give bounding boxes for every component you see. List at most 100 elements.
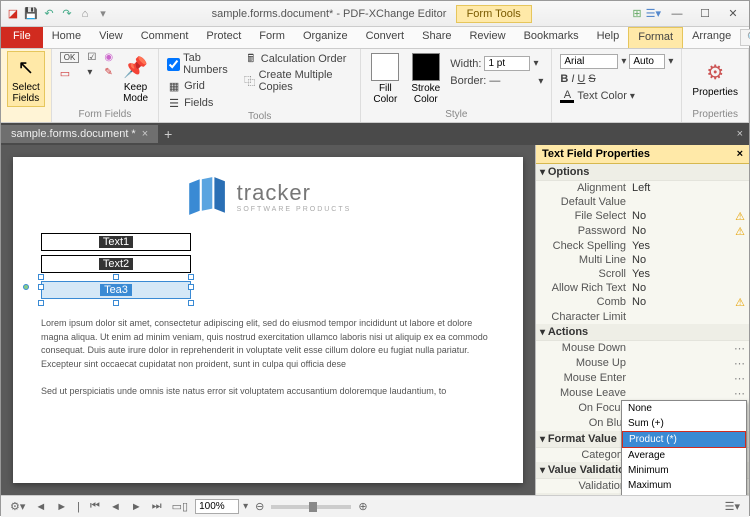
logo: trackerSOFTWARE PRODUCTS [41,175,495,217]
calc-order-button[interactable]: 🖩Calculation Order [242,51,355,67]
menu-home[interactable]: Home [43,27,90,48]
document-area[interactable]: trackerSOFTWARE PRODUCTS Text1 Text2 Tea… [1,145,535,495]
width-input[interactable] [484,56,530,71]
menu-format[interactable]: Format [628,27,683,48]
cursor-icon: ↖ [18,55,35,80]
ribbon: ↖Select Fields OK ▭ ☑ ▾ ◉ ✎ 📌Keep Mode F… [1,49,749,123]
close-tab-icon[interactable]: × [142,128,148,140]
dropdown-option[interactable]: Average [622,448,746,463]
menu-arrange[interactable]: Arrange [683,27,740,48]
signature-tool[interactable]: ✎ [102,66,115,79]
nav-next-icon[interactable]: ► [53,501,70,513]
menu-view[interactable]: View [90,27,132,48]
tab-numbers-toggle[interactable]: Tab Numbers [165,51,238,77]
button-tool[interactable]: ▭ [58,66,82,81]
border-select[interactable]: — [489,75,535,87]
font-size-select[interactable] [629,54,665,69]
fill-color-button[interactable]: Fill Color [367,51,403,107]
pin-icon: 📌 [123,55,148,80]
action-row[interactable]: Mouse Enter⋯ [536,371,749,386]
find-button[interactable]: 🔍Find... [740,29,750,46]
select-fields-button[interactable]: ↖Select Fields [7,51,45,107]
menu-convert[interactable]: Convert [357,27,414,48]
dropdown-option[interactable]: Simplified Notation [622,493,746,495]
prop-row[interactable]: Allow Rich TextNo [536,281,749,295]
print-icon[interactable]: ⌂ [77,6,93,22]
fields-button[interactable]: ☰Fields [165,95,238,111]
menu-form[interactable]: Form [250,27,294,48]
add-tab-button[interactable]: + [158,126,178,142]
prop-row[interactable]: PasswordNo⚠ [536,224,749,239]
dropdown-option[interactable]: None [622,401,746,416]
dropdown-option[interactable]: Maximum [622,478,746,493]
status-bar: ⚙▾ ◄ ► | ⏮ ◄ ► ⏭ ▭▯ ▾ ⊖ ⊕ ☰▾ [1,495,749,517]
menu-comment[interactable]: Comment [132,27,198,48]
prop-row[interactable]: CombNo⚠ [536,295,749,310]
text-color-button[interactable]: AText Color ▾ [558,88,675,104]
menu-organize[interactable]: Organize [294,27,357,48]
menu-review[interactable]: Review [460,27,514,48]
section-actions[interactable]: ▾ Actions [536,324,749,341]
page-first-icon[interactable]: ⏮ [87,500,103,513]
minimize-button[interactable]: — [665,5,689,23]
group-style: Style [367,109,545,120]
layout-icon[interactable]: ☰▾ [722,500,743,513]
fill-color-swatch [371,53,399,81]
checkbox-tool[interactable]: ☑ [85,51,98,64]
form-field-3-selected[interactable]: Tea3 [41,281,191,299]
action-row[interactable]: Mouse Leave⋯ [536,386,749,401]
zoom-in-icon[interactable]: ⊕ [355,500,370,513]
text-color-icon: A [560,89,574,103]
zoom-input[interactable] [195,499,239,514]
text-field-tool[interactable]: OK [58,51,82,64]
nav-prev-icon[interactable]: ◄ [32,501,49,513]
file-menu[interactable]: File [1,27,43,48]
prop-row[interactable]: AlignmentLeft [536,181,749,195]
ui-options-icon[interactable]: ☰▾ [646,7,661,20]
section-options[interactable]: ▾ Options [536,164,749,181]
form-tools-context-tab: Form Tools [456,5,532,23]
undo-icon[interactable]: ↶ [41,6,57,22]
prop-row[interactable]: ScrollYes [536,267,749,281]
stroke-color-button[interactable]: Stroke Color [407,51,444,107]
multi-copies-button[interactable]: ⿻Create Multiple Copies [242,68,355,94]
page-prev-icon[interactable]: ◄ [107,501,124,513]
page-next-icon[interactable]: ► [128,501,145,513]
tracker-logo-icon [185,175,227,217]
keep-mode-button[interactable]: 📌Keep Mode [119,51,152,107]
save-icon[interactable]: 💾 [23,6,39,22]
prop-row[interactable]: File SelectNo⚠ [536,209,749,224]
menu-share[interactable]: Share [413,27,460,48]
grid-toggle[interactable]: ▦Grid [165,78,238,94]
prop-row[interactable]: Default Value [536,195,749,209]
redo-icon[interactable]: ↷ [59,6,75,22]
zoom-out-icon[interactable]: ⊖ [252,500,267,513]
radio-tool[interactable]: ◉ [102,51,115,64]
properties-button[interactable]: ⚙Properties [688,51,742,107]
prop-row[interactable]: Multi LineNo [536,253,749,267]
window-title: sample.forms.document* - PDF-XChange Edi… [111,8,632,20]
dropdown-option[interactable]: Sum (+) [622,416,746,431]
document-tab[interactable]: sample.forms.document *× [1,125,158,143]
app-launch-icon[interactable]: ⊞ [632,7,641,20]
maximize-button[interactable]: ☐ [693,5,717,23]
menu-help[interactable]: Help [588,27,629,48]
prop-row[interactable]: Character Limit [536,310,749,324]
font-select[interactable] [560,54,618,69]
action-row[interactable]: Mouse Up⋯ [536,356,749,371]
menu-protect[interactable]: Protect [197,27,250,48]
dropdown-option[interactable]: Minimum [622,463,746,478]
tab-close-panel[interactable]: × [731,128,749,140]
menu-bookmarks[interactable]: Bookmarks [515,27,588,48]
page-last-icon[interactable]: ⏭ [149,500,165,513]
dropdown-option[interactable]: Product (*) [622,431,746,448]
form-field-2[interactable]: Text2 [41,255,191,273]
close-button[interactable]: ✕ [721,5,745,23]
panel-close-icon[interactable]: × [737,148,743,160]
options-icon[interactable]: ⚙▾ [7,500,28,513]
combo-tool[interactable]: ▾ [85,66,98,79]
dropdown-icon[interactable]: ▾ [95,6,111,22]
prop-row[interactable]: Check SpellingYes [536,239,749,253]
form-field-1[interactable]: Text1 [41,233,191,251]
action-row[interactable]: Mouse Down⋯ [536,341,749,356]
